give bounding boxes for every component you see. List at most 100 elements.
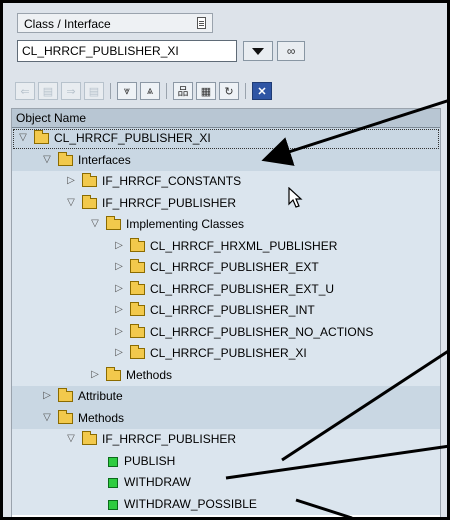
method-icon bbox=[108, 499, 118, 510]
tree-node-label: CL_HRRCF_PUBLISHER_INT bbox=[150, 303, 315, 317]
tree-row[interactable]: ▷ CL_HRRCF_PUBLISHER_INT bbox=[12, 300, 440, 322]
glasses-display-button[interactable]: ∞ bbox=[277, 41, 305, 61]
doc-icon: ▤ bbox=[42, 85, 54, 98]
folder-icon bbox=[130, 280, 145, 295]
refresh-icon: ↻ bbox=[224, 85, 234, 98]
expand-node-icon[interactable]: ▷ bbox=[114, 348, 124, 358]
collapse-node-icon[interactable]: ▽ bbox=[18, 133, 28, 143]
tree-row[interactable]: ▽ CL_HRRCF_PUBLISHER_XI bbox=[12, 128, 440, 150]
tree-row[interactable]: ▷ CL_HRRCF_HRXML_PUBLISHER bbox=[12, 235, 440, 257]
doc-icon-button[interactable]: ▤ bbox=[38, 82, 58, 100]
collapse-all-icon-button[interactable]: ⩓ bbox=[140, 82, 160, 100]
toolbar-separator bbox=[245, 83, 246, 99]
tree-node-label: WITHDRAW_POSSIBLE bbox=[124, 496, 257, 511]
object-type-selector[interactable]: Class / Interface bbox=[17, 13, 213, 33]
tree-node-label: CL_HRRCF_PUBLISHER_NO_ACTIONS bbox=[150, 324, 374, 339]
folder-icon bbox=[106, 366, 121, 381]
column-header-object-name: Object Name bbox=[12, 109, 440, 128]
tree-row[interactable]: ▽ IF_HRRCF_PUBLISHER bbox=[12, 429, 440, 451]
toolbar-separator bbox=[110, 83, 111, 99]
tree-node-label: IF_HRRCF_CONSTANTS bbox=[102, 174, 242, 188]
tree-node-label: Attribute bbox=[78, 389, 123, 403]
tree-row[interactable]: ▷ IF_HRRCF_CONSTANTS bbox=[12, 171, 440, 193]
tree-node-label: Implementing Classes bbox=[126, 217, 245, 231]
tree-row[interactable]: ▷ CL_HRRCF_PUBLISHER_EXT_U bbox=[12, 278, 440, 300]
expand-node-icon[interactable]: ▷ bbox=[114, 240, 124, 251]
close-icon: ✕ bbox=[257, 85, 267, 98]
forward-arrow-icon-button[interactable]: ⇒ bbox=[61, 82, 81, 100]
class-name-input[interactable] bbox=[17, 40, 237, 62]
folder-icon bbox=[130, 302, 145, 316]
expand-node-icon[interactable]: ▷ bbox=[114, 262, 124, 272]
tree-node-label: Methods bbox=[126, 367, 173, 382]
back-arrow-icon-button[interactable]: ⇐ bbox=[15, 82, 35, 100]
layout-icon-button[interactable]: ▦ bbox=[196, 82, 216, 100]
document-icon bbox=[197, 17, 206, 29]
collapse-node-icon[interactable]: ▽ bbox=[66, 197, 76, 208]
object-tree: Object Name ▽ CL_HRRCF_PUBLISHER_XI ▽ Inter… bbox=[11, 108, 441, 517]
tree-toolbar: ⇐ ▤ ⇒ ▤ ⩔ ⩓ 品 ▦ ↻ ✕ bbox=[15, 81, 272, 101]
refresh-icon-button[interactable]: ↻ bbox=[219, 82, 239, 100]
mouse-pointer-icon bbox=[288, 187, 303, 208]
tree-row[interactable]: ▷ Attribute bbox=[12, 386, 440, 408]
folder-icon bbox=[130, 259, 145, 273]
method-icon bbox=[108, 456, 118, 467]
folder-icon bbox=[34, 130, 49, 144]
tree-node-label: PUBLISH bbox=[124, 453, 176, 468]
doc-icon-button[interactable]: ▤ bbox=[84, 82, 104, 100]
tree-row[interactable]: ▽ Methods bbox=[12, 407, 440, 429]
layout-icon: ▦ bbox=[200, 85, 212, 98]
tree-node-label: CL_HRRCF_PUBLISHER_EXT bbox=[150, 260, 319, 274]
collapse-node-icon[interactable]: ▽ bbox=[90, 219, 100, 229]
folder-icon bbox=[58, 151, 73, 166]
open-folder-icon bbox=[82, 194, 97, 209]
tree-node-label: CL_HRRCF_PUBLISHER_XI bbox=[150, 346, 307, 360]
tree-rows: ▽ CL_HRRCF_PUBLISHER_XI ▽ Interfaces ▷ IF_HRR… bbox=[12, 128, 440, 515]
tree-node-label: Interfaces bbox=[78, 152, 131, 167]
tree-row[interactable]: ▷ CL_HRRCF_PUBLISHER_NO_ACTIONS bbox=[12, 321, 440, 343]
tree-row[interactable]: ▷ Methods bbox=[12, 364, 440, 386]
collapse-node-icon[interactable]: ▽ bbox=[66, 434, 76, 444]
expand-all-icon-button[interactable]: ⩔ bbox=[117, 82, 137, 100]
expand-node-icon[interactable]: ▷ bbox=[114, 283, 124, 294]
expand-node-icon[interactable]: ▷ bbox=[90, 369, 100, 380]
forward-arrow-icon: ⇒ bbox=[66, 85, 76, 98]
back-arrow-icon: ⇐ bbox=[20, 85, 30, 98]
tree-row[interactable]: PUBLISH bbox=[12, 450, 440, 472]
dropdown-button[interactable] bbox=[243, 41, 273, 61]
tree-row[interactable]: ▽ IF_HRRCF_PUBLISHER bbox=[12, 192, 440, 214]
collapse-node-icon[interactable]: ▽ bbox=[42, 412, 52, 423]
tree-node-label: CL_HRRCF_PUBLISHER_EXT_U bbox=[150, 281, 335, 296]
expand-node-icon[interactable]: ▷ bbox=[114, 326, 124, 337]
folder-icon bbox=[106, 216, 121, 230]
collapse-node-icon[interactable]: ▽ bbox=[42, 154, 52, 165]
hierarchy-icon-button[interactable]: 品 bbox=[173, 82, 193, 100]
expand-all-icon: ⩔ bbox=[123, 84, 131, 97]
tree-node-label: CL_HRRCF_HRXML_PUBLISHER bbox=[150, 238, 338, 253]
folder-icon bbox=[82, 173, 97, 187]
class-browser-panel: Class / Interface ∞ ⇐ ▤ ⇒ ▤ ⩔ ⩓ 品 ▦ ↻ ✕ Object Na… bbox=[0, 0, 450, 520]
hierarchy-icon: 品 bbox=[177, 86, 189, 98]
tree-row[interactable]: ▷ CL_HRRCF_PUBLISHER_EXT bbox=[12, 257, 440, 279]
tree-row[interactable]: ▽ Implementing Classes bbox=[12, 214, 440, 236]
tree-row[interactable]: WITHDRAW_POSSIBLE bbox=[12, 493, 440, 515]
tree-node-label: CL_HRRCF_PUBLISHER_XI bbox=[54, 131, 211, 145]
tree-node-label: IF_HRRCF_PUBLISHER bbox=[102, 195, 237, 210]
expand-node-icon[interactable]: ▷ bbox=[66, 176, 76, 186]
expand-node-icon[interactable]: ▷ bbox=[42, 391, 52, 401]
folder-icon bbox=[130, 323, 145, 338]
folder-icon bbox=[58, 409, 73, 424]
close-icon-button[interactable]: ✕ bbox=[252, 82, 272, 100]
object-type-label: Class / Interface bbox=[24, 17, 111, 31]
expand-node-icon[interactable]: ▷ bbox=[114, 305, 124, 315]
tree-row[interactable]: WITHDRAW bbox=[12, 472, 440, 494]
tree-node-label: IF_HRRCF_PUBLISHER bbox=[102, 432, 237, 446]
folder-icon bbox=[130, 237, 145, 252]
method-icon bbox=[108, 478, 118, 488]
tree-row[interactable]: ▷ CL_HRRCF_PUBLISHER_XI bbox=[12, 343, 440, 365]
toolbar-separator bbox=[166, 83, 167, 99]
open-folder-icon bbox=[82, 431, 97, 445]
tree-node-label: Methods bbox=[78, 410, 125, 425]
folder-icon bbox=[58, 388, 73, 402]
tree-row[interactable]: ▽ Interfaces bbox=[12, 149, 440, 171]
